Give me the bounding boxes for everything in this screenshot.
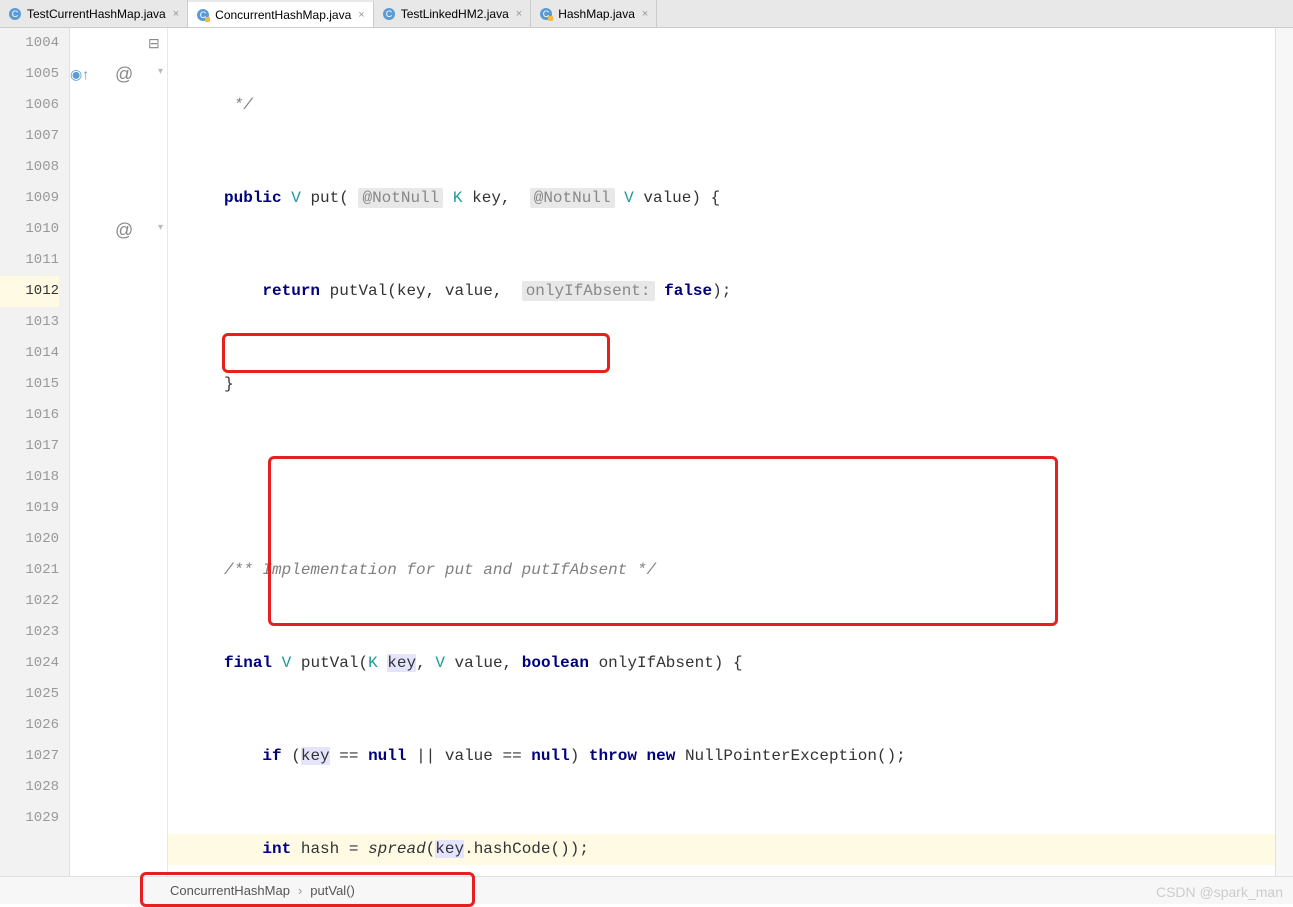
tab-concurrenthashmap[interactable]: C ConcurrentHashMap.java × xyxy=(188,0,374,27)
line-number: 1014 xyxy=(0,338,59,369)
line-number: 1025 xyxy=(0,679,59,710)
code-line: return putVal(key, value, onlyIfAbsent: … xyxy=(168,276,1293,307)
code-editor[interactable]: */ public V put( @NotNull K key, @NotNul… xyxy=(168,28,1293,876)
fold-icon[interactable]: ⊟ xyxy=(148,35,160,52)
line-number: 1021 xyxy=(0,555,59,586)
annotation-icon[interactable]: @ xyxy=(115,220,133,241)
editor-tabs: C TestCurrentHashMap.java × C Concurrent… xyxy=(0,0,1293,28)
line-number: 1009 xyxy=(0,183,59,214)
line-number: 1024 xyxy=(0,648,59,679)
code-line xyxy=(168,462,1293,493)
annotation-icon[interactable]: @ xyxy=(115,64,133,85)
chevron-right-icon: › xyxy=(298,883,302,898)
line-number: 1023 xyxy=(0,617,59,648)
code-line: int hash = spread(key.hashCode()); xyxy=(168,834,1293,865)
breadcrumb-method[interactable]: putVal() xyxy=(310,883,355,898)
line-number: 1016 xyxy=(0,400,59,431)
code-line: /** Implementation for put and putIfAbse… xyxy=(168,555,1293,586)
line-number: 1007 xyxy=(0,121,59,152)
line-number: 1013 xyxy=(0,307,59,338)
line-number: 1017 xyxy=(0,431,59,462)
tab-testlinkedhm2[interactable]: C TestLinkedHM2.java × xyxy=(374,0,532,27)
close-icon[interactable]: × xyxy=(173,8,179,20)
tab-label: TestCurrentHashMap.java xyxy=(27,7,166,21)
override-icon[interactable]: ◉↑ xyxy=(70,66,89,83)
line-number: 1005 xyxy=(0,59,59,90)
tab-label: ConcurrentHashMap.java xyxy=(215,8,351,22)
tab-label: HashMap.java xyxy=(558,7,635,21)
highlight-box-for xyxy=(222,333,610,373)
line-number: 1011 xyxy=(0,245,59,276)
svg-text:C: C xyxy=(12,9,19,19)
line-number: 1018 xyxy=(0,462,59,493)
code-line: if (key == null || value == null) throw … xyxy=(168,741,1293,772)
line-number: 1027 xyxy=(0,741,59,772)
java-class-icon: C xyxy=(196,8,210,22)
line-number-gutter: 1004 1005 1006 1007 1008 1009 1010 1011 … xyxy=(0,28,70,876)
line-number: 1015 xyxy=(0,369,59,400)
tab-testcurrenthashmap[interactable]: C TestCurrentHashMap.java × xyxy=(0,0,188,27)
code-line: } xyxy=(168,369,1293,400)
code-line: public V put( @NotNull K key, @NotNull V… xyxy=(168,183,1293,214)
line-number: 1006 xyxy=(0,90,59,121)
tab-label: TestLinkedHM2.java xyxy=(401,7,509,21)
gutter-icons: ⊟ ◉↑ @ ▾ @ ▾ xyxy=(70,28,168,876)
line-number: 1020 xyxy=(0,524,59,555)
breadcrumb-class[interactable]: ConcurrentHashMap xyxy=(170,883,290,898)
line-number: 1019 xyxy=(0,493,59,524)
java-class-icon: C xyxy=(539,7,553,21)
fold-icon[interactable]: ▾ xyxy=(158,222,163,233)
breadcrumb-bar: ConcurrentHashMap › putVal() xyxy=(0,876,1293,904)
editor-container: 1004 1005 1006 1007 1008 1009 1010 1011 … xyxy=(0,28,1293,876)
watermark: CSDN @spark_man xyxy=(1156,884,1283,900)
line-number: 1026 xyxy=(0,710,59,741)
line-number: 1008 xyxy=(0,152,59,183)
close-icon[interactable]: × xyxy=(358,9,364,21)
line-number: 1004 xyxy=(0,28,59,59)
line-number: 1022 xyxy=(0,586,59,617)
close-icon[interactable]: × xyxy=(642,8,648,20)
line-number: 1029 xyxy=(0,803,59,834)
line-number: 1012 xyxy=(0,276,59,307)
tab-hashmap[interactable]: C HashMap.java × xyxy=(531,0,657,27)
close-icon[interactable]: × xyxy=(516,8,522,20)
code-line: */ xyxy=(168,90,1293,121)
code-line: final V putVal(K key, V value, boolean o… xyxy=(168,648,1293,679)
line-number: 1010 xyxy=(0,214,59,245)
java-class-icon: C xyxy=(8,7,22,21)
java-class-icon: C xyxy=(382,7,396,21)
fold-icon[interactable]: ▾ xyxy=(158,66,163,77)
svg-text:C: C xyxy=(385,9,392,19)
editor-scrollbar-strip[interactable] xyxy=(1275,28,1293,876)
line-number: 1028 xyxy=(0,772,59,803)
